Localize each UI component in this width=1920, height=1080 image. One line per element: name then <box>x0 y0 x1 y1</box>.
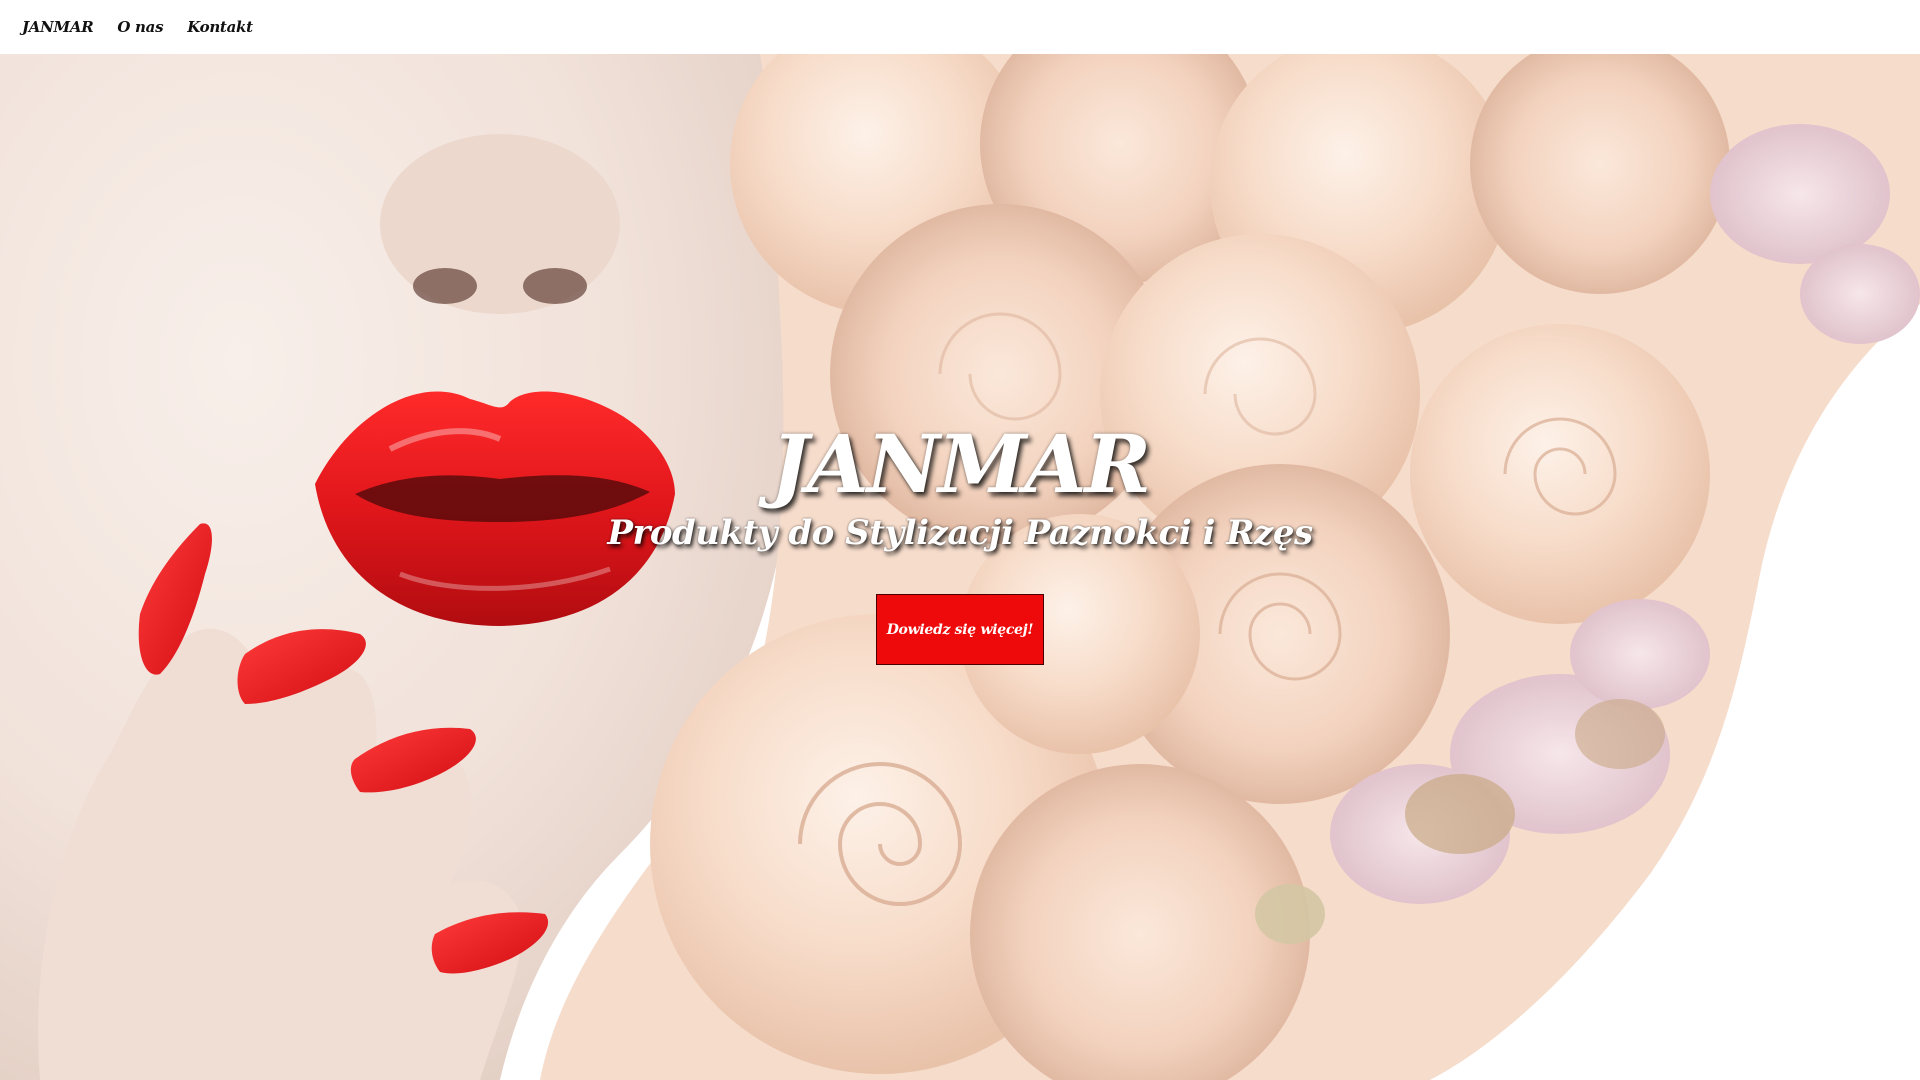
hero-section: JANMAR Produkty do Stylizacji Paznokci i… <box>0 54 1920 1080</box>
nav-link-home[interactable]: JANMAR <box>22 18 94 36</box>
learn-more-button[interactable]: Dowiedz się więcej! <box>876 594 1044 665</box>
hero-subtitle: Produkty do Stylizacji Paznokci i Rzęs <box>607 513 1313 553</box>
nav-link-about[interactable]: O nas <box>117 18 163 36</box>
hero-title: JANMAR <box>770 417 1151 511</box>
nav-link-contact[interactable]: Kontakt <box>187 18 253 36</box>
top-navbar: JANMAR O nas Kontakt <box>0 0 1920 54</box>
hero-content: JANMAR Produkty do Stylizacji Paznokci i… <box>0 54 1920 1080</box>
